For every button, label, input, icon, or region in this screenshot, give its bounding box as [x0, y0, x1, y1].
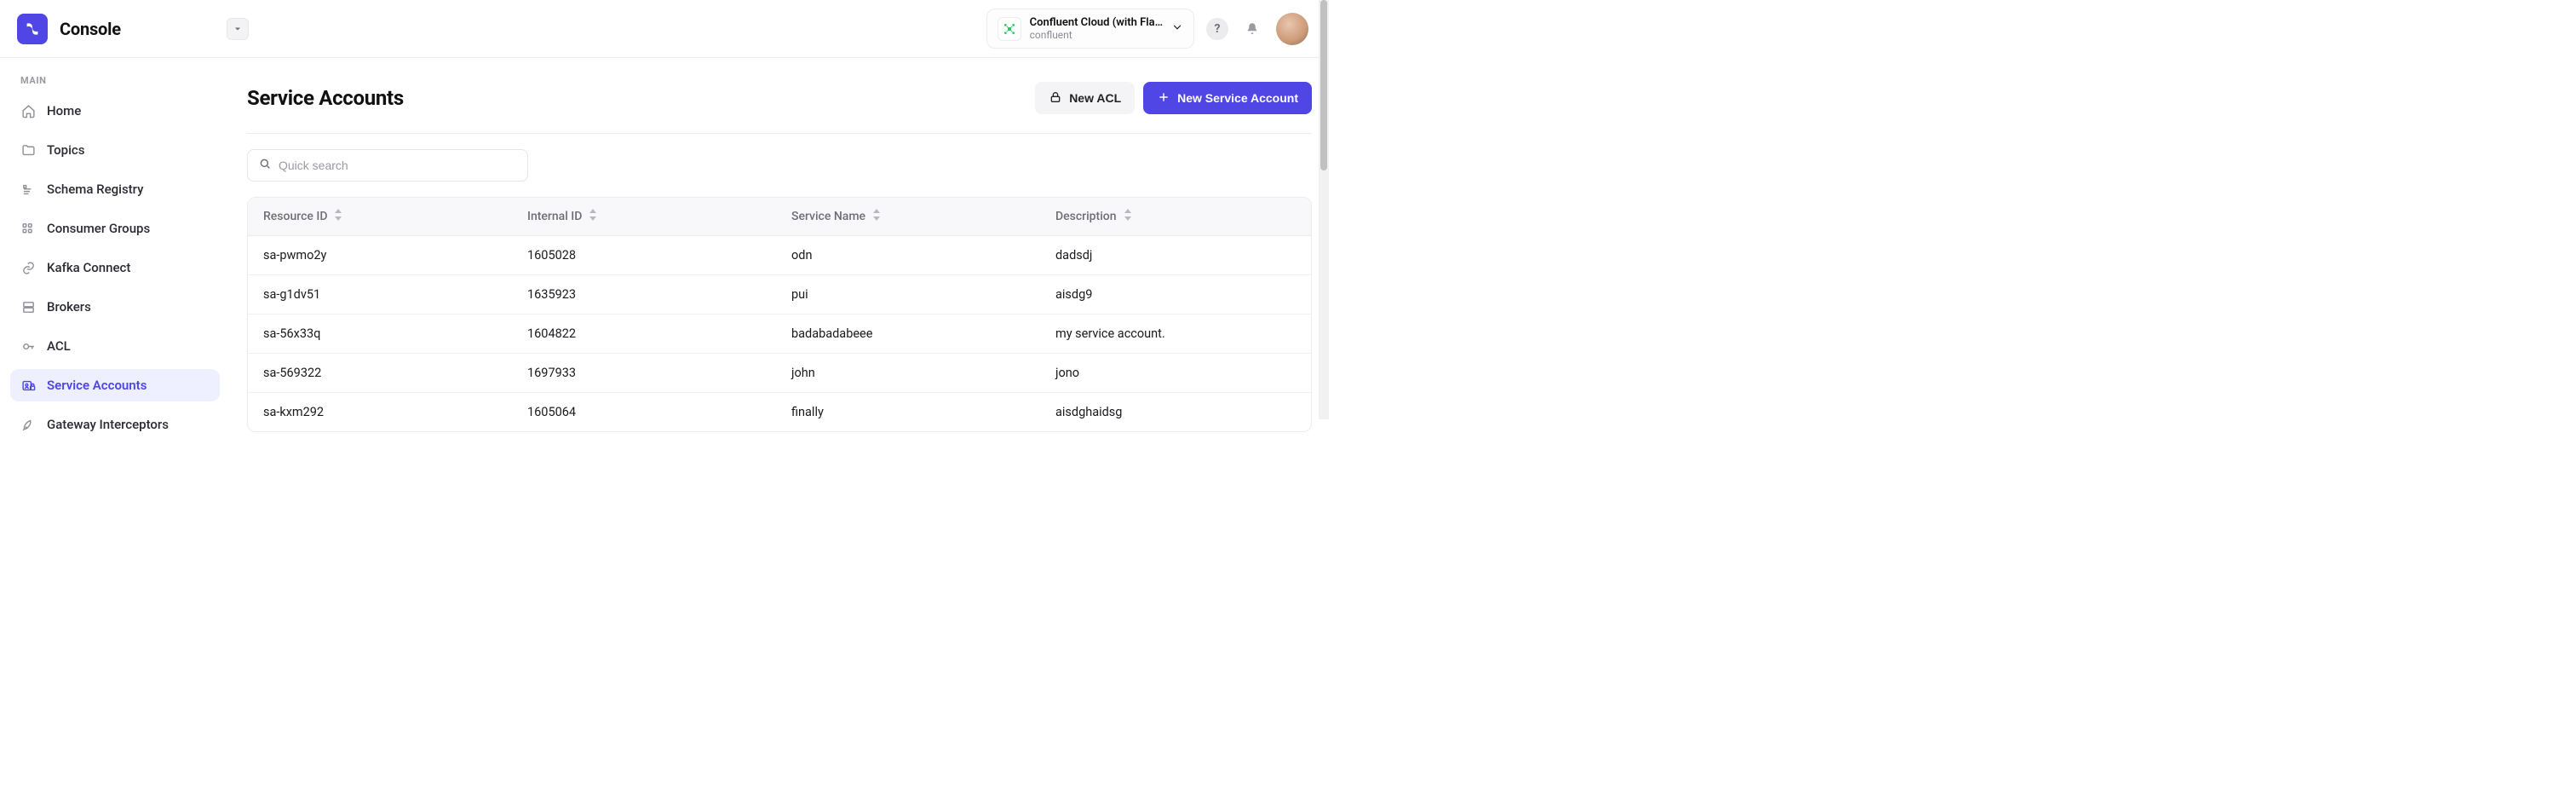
button-label: New ACL — [1069, 91, 1121, 105]
search-box[interactable] — [247, 149, 528, 182]
sidebar-item-consumer-groups[interactable]: Consumer Groups — [10, 212, 220, 245]
table-header-row: Resource ID Internal ID — [248, 198, 1311, 236]
sidebar-item-topics[interactable]: Topics — [10, 134, 220, 166]
sidebar: MAIN Home Topics Schema Registry Consume… — [0, 58, 230, 419]
lock-icon — [1049, 90, 1062, 107]
column-label: Resource ID — [263, 210, 327, 223]
id-lock-icon — [20, 378, 36, 393]
rocket-icon — [20, 417, 36, 432]
sort-icon — [1124, 209, 1132, 224]
column-header-internal-id[interactable]: Internal ID — [512, 198, 776, 236]
sidebar-item-acl[interactable]: ACL — [10, 330, 220, 362]
search-wrap — [247, 134, 1312, 182]
column-header-service-name[interactable]: Service Name — [776, 198, 1040, 236]
page-header: Service Accounts New ACL New Service Acc… — [247, 82, 1312, 134]
cell-service-name: badabadabeee — [776, 315, 1040, 354]
sidebar-heading: MAIN — [10, 75, 220, 95]
key-icon — [20, 338, 36, 354]
search-input[interactable] — [279, 159, 517, 172]
scrollbar-thumb[interactable] — [1320, 0, 1327, 170]
sidebar-item-label: Brokers — [47, 299, 91, 315]
chevron-down-icon — [1171, 21, 1183, 37]
sort-icon — [334, 209, 342, 224]
folder-icon — [20, 142, 36, 158]
workspace-dropdown[interactable] — [227, 18, 249, 40]
column-label: Description — [1055, 210, 1117, 223]
sidebar-item-label: Gateway Interceptors — [47, 417, 169, 432]
sidebar-item-kafka-connect[interactable]: Kafka Connect — [10, 251, 220, 284]
column-label: Internal ID — [527, 210, 582, 223]
sidebar-item-label: Schema Registry — [47, 182, 143, 197]
cluster-selector[interactable]: Confluent Cloud (with Fla… confluent — [986, 9, 1194, 49]
sidebar-item-label: Service Accounts — [47, 378, 147, 393]
cell-internal-id: 1605064 — [512, 393, 776, 432]
cluster-subtitle: confluent — [1030, 29, 1163, 41]
header: Console Confluent Cloud (with Fla… confl… — [0, 0, 1329, 58]
page-title: Service Accounts — [247, 86, 404, 110]
sidebar-item-brokers[interactable]: Brokers — [10, 291, 220, 323]
scrollbar[interactable] — [1319, 0, 1329, 419]
sidebar-item-label: Consumer Groups — [47, 221, 150, 236]
cluster-title: Confluent Cloud (with Fla… — [1030, 16, 1163, 29]
table-row[interactable]: sa-5693221697933johnjono — [248, 354, 1311, 393]
sidebar-item-label: ACL — [47, 338, 71, 354]
help-button[interactable]: ? — [1206, 18, 1228, 40]
notifications-button[interactable] — [1240, 17, 1264, 41]
sidebar-item-schema-registry[interactable]: Schema Registry — [10, 173, 220, 205]
cluster-labels: Confluent Cloud (with Fla… confluent — [1030, 16, 1163, 41]
table-row[interactable]: sa-kxm2921605064finallyaisdghaidsg — [248, 393, 1311, 432]
cell-internal-id: 1605028 — [512, 236, 776, 275]
cell-service-name: odn — [776, 236, 1040, 275]
search-icon — [258, 157, 272, 174]
schema-icon — [20, 182, 36, 197]
sidebar-item-home[interactable]: Home — [10, 95, 220, 127]
group-icon — [20, 221, 36, 236]
link-icon — [20, 260, 36, 275]
cell-resource-id: sa-g1dv51 — [248, 275, 512, 315]
cell-resource-id: sa-569322 — [248, 354, 512, 393]
main-content: Service Accounts New ACL New Service Acc… — [230, 58, 1329, 419]
server-icon — [20, 299, 36, 315]
cell-internal-id: 1604822 — [512, 315, 776, 354]
sidebar-item-label: Kafka Connect — [47, 260, 130, 275]
table-row[interactable]: sa-g1dv511635923puiaisdg9 — [248, 275, 1311, 315]
cell-service-name: john — [776, 354, 1040, 393]
home-icon — [20, 103, 36, 118]
cell-description: jono — [1040, 354, 1311, 393]
sidebar-item-service-accounts[interactable]: Service Accounts — [10, 369, 220, 401]
cell-description: aisdghaidsg — [1040, 393, 1311, 432]
button-label: New Service Account — [1177, 91, 1298, 105]
app-logo[interactable] — [17, 14, 48, 44]
service-accounts-table: Resource ID Internal ID — [247, 197, 1312, 432]
column-header-resource-id[interactable]: Resource ID — [248, 198, 512, 236]
cell-service-name: finally — [776, 393, 1040, 432]
new-acl-button[interactable]: New ACL — [1035, 82, 1135, 114]
app-name: Console — [60, 19, 121, 39]
avatar[interactable] — [1276, 13, 1308, 45]
cell-internal-id: 1635923 — [512, 275, 776, 315]
new-service-account-button[interactable]: New Service Account — [1143, 82, 1312, 114]
page-actions: New ACL New Service Account — [1035, 82, 1312, 114]
cell-resource-id: sa-56x33q — [248, 315, 512, 354]
cell-description: dadsdj — [1040, 236, 1311, 275]
sidebar-item-gateway-interceptors[interactable]: Gateway Interceptors — [10, 408, 220, 441]
plus-icon — [1157, 90, 1170, 107]
cell-description: aisdg9 — [1040, 275, 1311, 315]
column-header-description[interactable]: Description — [1040, 198, 1311, 236]
sidebar-item-label: Topics — [47, 142, 84, 158]
table-row[interactable]: sa-56x33q1604822badabadabeeemy service a… — [248, 315, 1311, 354]
sort-icon — [872, 209, 881, 224]
cluster-icon — [998, 17, 1021, 41]
cell-resource-id: sa-pwmo2y — [248, 236, 512, 275]
cell-internal-id: 1697933 — [512, 354, 776, 393]
table-row[interactable]: sa-pwmo2y1605028odndadsdj — [248, 236, 1311, 275]
column-label: Service Name — [791, 210, 865, 223]
cell-resource-id: sa-kxm292 — [248, 393, 512, 432]
sidebar-item-label: Home — [47, 103, 81, 118]
sort-icon — [589, 209, 597, 224]
cell-service-name: pui — [776, 275, 1040, 315]
cell-description: my service account. — [1040, 315, 1311, 354]
